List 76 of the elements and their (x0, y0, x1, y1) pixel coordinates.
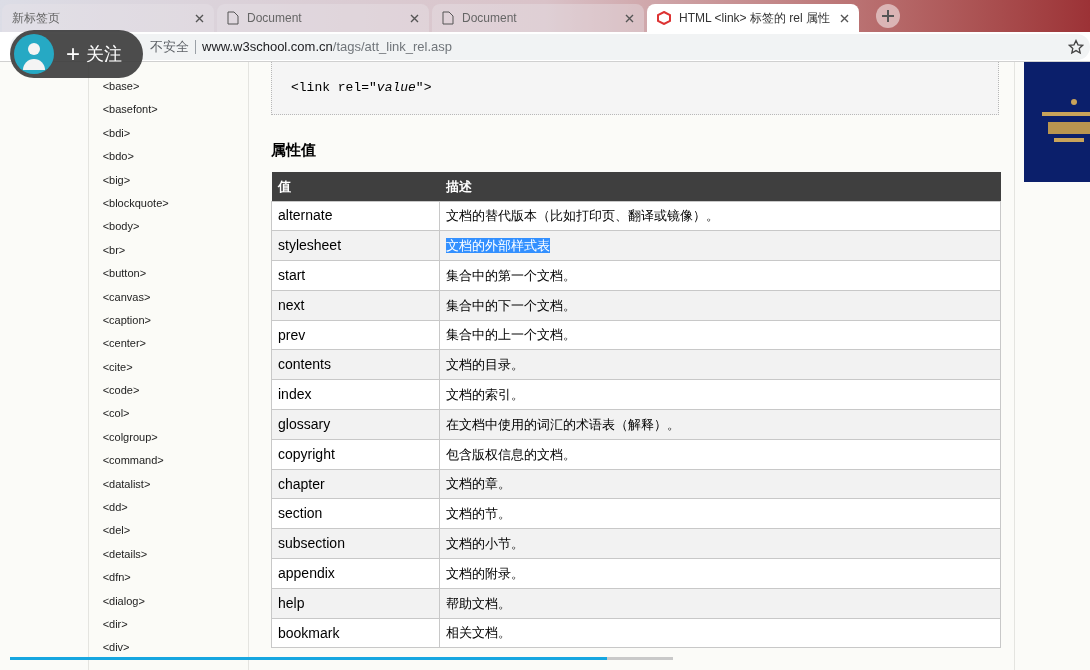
table-cell: chapter (271, 469, 440, 499)
sidebar-link[interactable]: <basefont> (102, 98, 158, 122)
sidebar-link[interactable]: <blockquote> (102, 191, 169, 216)
column-header: 值 (271, 172, 440, 201)
table-cell: copyright (271, 439, 440, 470)
sidebar-link[interactable]: <button> (102, 262, 147, 286)
sidebar-link[interactable]: <center> (102, 332, 147, 356)
sidebar-link[interactable]: <div> (102, 636, 130, 660)
table-cell: prev (271, 320, 440, 350)
sidebar-link[interactable]: <colgroup> (102, 425, 158, 450)
browser-tab[interactable]: HTML <link> 标签的 rel 属性 (647, 4, 859, 32)
table-cell: contents (271, 350, 440, 380)
url-text[interactable]: www.w3school.com.cn/tags/att_link_rel.asp (202, 36, 452, 57)
table-cell: subsection (271, 528, 440, 559)
table-cell: 文档的目录。 (439, 350, 1001, 380)
table-cell: 集合中的下一个文档。 (439, 290, 1001, 321)
sidebar-link[interactable]: <dfn> (102, 566, 131, 590)
close-icon[interactable] (195, 13, 204, 23)
close-icon[interactable] (840, 13, 849, 23)
new-tab-icon[interactable] (876, 4, 900, 28)
sidebar-link[interactable]: <command> (102, 449, 164, 473)
sidebar-link[interactable]: <datalist> (102, 472, 151, 497)
table-cell: 文档的节。 (439, 498, 1001, 529)
sidebar-link[interactable]: <bdo> (102, 145, 134, 169)
table-cell: 文档的替代版本（比如打印页、翻译或镜像）。 (439, 201, 1001, 231)
browser-tab[interactable]: Document (432, 4, 644, 32)
follow-button[interactable]: + 关注 (10, 30, 143, 78)
sidebar-link[interactable]: <dialog> (102, 589, 145, 613)
table-cell: glossary (271, 409, 440, 440)
sidebar-link[interactable]: <col> (102, 402, 130, 426)
sidebar-link[interactable]: <dir> (102, 613, 128, 637)
avatar-icon (14, 34, 54, 74)
table-cell: 文档的索引。 (439, 379, 1001, 410)
page-icon (227, 11, 239, 25)
sidebar-link[interactable]: <del> (102, 519, 131, 543)
table-cell: bookmark (271, 618, 440, 648)
table-cell: start (271, 260, 440, 291)
sidebar-link[interactable]: <base> (102, 75, 140, 99)
table-cell: stylesheet (271, 230, 440, 261)
table-cell: help (271, 588, 440, 619)
table-cell: 帮助文档。 (439, 588, 1001, 619)
table-cell: next (271, 290, 440, 321)
page-icon (442, 11, 454, 25)
star-icon[interactable] (1068, 38, 1084, 55)
sidebar-link[interactable]: <caption> (102, 308, 151, 333)
browser-tab[interactable]: Document (217, 4, 429, 32)
table-cell: 文档的小节。 (439, 528, 1001, 559)
table-cell: 文档的附录。 (439, 558, 1001, 589)
sidebar-link[interactable]: <canvas> (102, 285, 151, 309)
table-cell: 在文档中使用的词汇的术语表（解释）。 (439, 409, 1001, 440)
sidebar-link[interactable]: <br> (102, 238, 126, 263)
column-header: 描述 (439, 172, 1001, 201)
sidebar-link[interactable]: <bdi> (102, 121, 131, 146)
sidebar-link[interactable]: <body> (102, 215, 140, 239)
table-cell: 包含版权信息的文档。 (439, 439, 1001, 470)
sidebar-link[interactable]: <code> (102, 379, 140, 403)
table-cell: 文档的章。 (439, 469, 1001, 499)
security-label[interactable]: 不安全 (150, 39, 196, 54)
table-cell: appendix (271, 558, 440, 589)
close-icon[interactable] (410, 13, 419, 23)
table-cell: section (271, 498, 440, 529)
table-cell: 文档的外部样式表 (439, 230, 1001, 261)
sidebar-link[interactable]: <cite> (102, 355, 133, 380)
sidebar-link[interactable]: <dd> (102, 496, 128, 520)
logo-icon (657, 11, 671, 25)
code-text: <link rel="value"> (291, 79, 432, 98)
table-cell: alternate (271, 201, 440, 231)
table-cell: 集合中的上一个文档。 (439, 320, 1001, 350)
section-heading: 属性值 (271, 140, 317, 159)
table-cell: 相关文档。 (439, 618, 1001, 648)
table-cell: 集合中的第一个文档。 (439, 260, 1001, 291)
close-icon[interactable] (625, 13, 634, 23)
table-cell: index (271, 379, 440, 410)
sidebar-link[interactable]: <big> (102, 168, 131, 192)
sidebar-link[interactable]: <details> (102, 542, 148, 567)
browser-tab[interactable]: 新标签页 (2, 4, 214, 32)
